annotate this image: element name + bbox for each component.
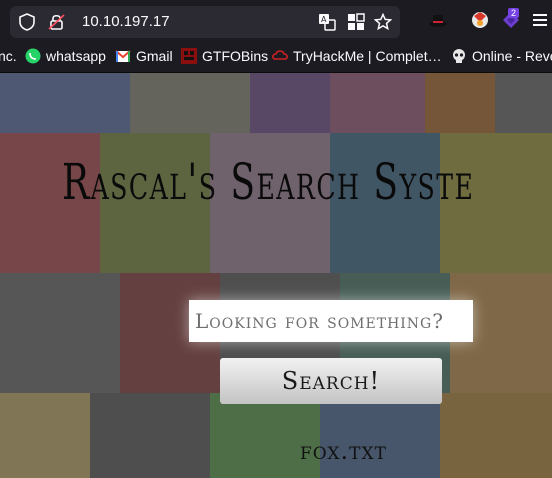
bookmarks-bar: nc. whatsapp Gmail GTFOBins TryHackMe | … bbox=[0, 42, 552, 73]
menu-icon[interactable] bbox=[532, 12, 548, 28]
bookmark-whatsapp[interactable]: whatsapp bbox=[25, 48, 106, 64]
fox-txt-link[interactable]: fox.txt bbox=[300, 437, 387, 465]
gtfobins-icon bbox=[181, 48, 197, 64]
bookmark-gmail[interactable]: Gmail bbox=[115, 48, 173, 64]
search-button[interactable]: Search! bbox=[220, 358, 442, 404]
bookmark-label: TryHackMe | Complet… bbox=[293, 48, 442, 64]
bookmark-tryhackme[interactable]: TryHackMe | Complet… bbox=[272, 48, 442, 64]
shield-icon[interactable] bbox=[18, 13, 36, 31]
gmail-icon bbox=[115, 50, 131, 62]
extension-badge: 2 bbox=[508, 8, 520, 18]
bookmark-online-reverse[interactable]: Online - Rever bbox=[451, 48, 552, 64]
hat-extension-icon[interactable] bbox=[428, 12, 448, 28]
page-title: Rascal's Search Syste bbox=[62, 153, 475, 211]
bookmark-label: nc. bbox=[0, 48, 17, 64]
search-input[interactable] bbox=[189, 300, 473, 342]
bookmark-gtfobins[interactable]: GTFOBins bbox=[181, 48, 268, 64]
background-overlay bbox=[0, 73, 552, 478]
browser-toolbar: 10.10.197.17 A 2 bbox=[0, 0, 552, 42]
page-content: Rascal's Search Syste Search! fox.txt bbox=[0, 73, 552, 478]
translate-icon[interactable]: A bbox=[318, 13, 336, 31]
address-bar[interactable]: 10.10.197.17 A bbox=[10, 6, 400, 38]
url-text[interactable]: 10.10.197.17 bbox=[82, 13, 170, 30]
bookmark-star-icon[interactable] bbox=[374, 13, 392, 31]
extensions-grid-icon[interactable] bbox=[347, 13, 365, 31]
foxy-extension-icon[interactable] bbox=[470, 10, 490, 30]
bookmark-truncated[interactable]: nc. bbox=[0, 48, 17, 64]
bookmark-label: whatsapp bbox=[46, 48, 106, 64]
tryhackme-icon bbox=[272, 50, 288, 60]
skull-icon bbox=[453, 49, 465, 63]
bookmark-label: Gmail bbox=[136, 48, 173, 64]
whatsapp-icon bbox=[25, 48, 41, 64]
bookmark-label: Online - Rever bbox=[472, 48, 552, 64]
svg-text:A: A bbox=[321, 15, 327, 24]
insecure-lock-icon[interactable] bbox=[48, 13, 66, 31]
bookmark-label: GTFOBins bbox=[202, 48, 269, 64]
